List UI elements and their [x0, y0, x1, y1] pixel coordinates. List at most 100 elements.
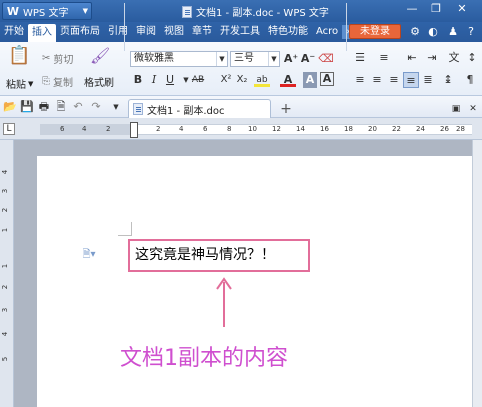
app-menu-button[interactable]: W WPS 文字 ▼: [2, 2, 92, 20]
ruler-number: 24: [416, 125, 425, 133]
chevron-down-icon: ▼: [82, 7, 88, 15]
tab-stop-selector[interactable]: L: [3, 123, 15, 135]
copy-button[interactable]: ⎘ 复制: [42, 74, 73, 89]
char-border-icon[interactable]: A: [320, 72, 334, 86]
ruler-number: 4: [1, 169, 10, 175]
scissors-icon: ✂: [42, 53, 51, 64]
open-icon[interactable]: 📂: [2, 99, 18, 115]
document-icon: [133, 103, 143, 115]
format-painter-button[interactable]: 格式刷: [84, 74, 114, 89]
menu-item-developer[interactable]: 开发工具: [216, 22, 264, 42]
ruler-number: 14: [296, 125, 305, 133]
ruler-number: 10: [248, 125, 257, 133]
help-icon[interactable]: ?: [464, 25, 478, 38]
ruler-number: 4: [1, 331, 10, 337]
format-painter-label: 格式刷: [84, 78, 114, 89]
sort-icon[interactable]: ↕: [464, 50, 480, 66]
document-icon: [182, 5, 192, 18]
tab-list-icon[interactable]: ▣: [448, 101, 464, 117]
arrow-up-icon: [216, 277, 232, 327]
chevron-down-icon: ▼: [28, 79, 34, 88]
menu-item-insert[interactable]: 插入: [28, 24, 56, 42]
italic-icon[interactable]: I: [146, 72, 162, 88]
align-left-icon[interactable]: ≡: [352, 72, 368, 88]
paste-icon[interactable]: 📋: [8, 47, 30, 70]
undo-icon[interactable]: ↶: [70, 99, 86, 115]
ruler-number: 8: [227, 125, 232, 133]
menu-item-references[interactable]: 引用: [104, 22, 132, 42]
skin-icon[interactable]: ◐: [426, 25, 440, 38]
align-center-icon[interactable]: ≡: [369, 72, 385, 88]
font-name-select[interactable]: 微软雅黑 ▼: [130, 51, 228, 67]
superscript-icon[interactable]: X²: [218, 72, 234, 88]
ruler-number: 22: [392, 125, 401, 133]
document-text[interactable]: 这究竟是神马情况？！: [128, 239, 310, 272]
distribute-icon[interactable]: ≣: [420, 72, 436, 88]
print-preview-icon[interactable]: 🗎: [53, 99, 69, 115]
justify-icon[interactable]: ≡: [403, 72, 419, 88]
redo-icon[interactable]: ↷: [88, 99, 104, 115]
font-size-select[interactable]: 三号 ▼: [230, 51, 280, 67]
brush-icon[interactable]: 🖌: [90, 48, 110, 64]
menu-item-start[interactable]: 开始: [0, 22, 28, 42]
menu-item-view[interactable]: 视图: [160, 22, 188, 42]
login-button[interactable]: 未登录: [349, 24, 401, 39]
shrink-font-icon[interactable]: A⁻: [300, 51, 316, 67]
tab-document-label: 文档1 - 副本.doc: [147, 105, 225, 117]
menu-item-section[interactable]: 章节: [188, 22, 216, 42]
menu-item-review[interactable]: 审阅: [132, 22, 160, 42]
ruler-number: 4: [179, 125, 184, 133]
shirt-icon[interactable]: ♟: [446, 25, 460, 38]
indent-marker[interactable]: [130, 122, 138, 138]
close-tab-icon[interactable]: ✕: [465, 101, 481, 117]
settings-icon[interactable]: ⚙: [408, 25, 422, 38]
ruler-number: 4: [82, 125, 87, 133]
tab-document[interactable]: 文档1 - 副本.doc: [128, 99, 271, 118]
paragraph-mark-icon[interactable]: ¶: [462, 72, 478, 88]
decrease-indent-icon[interactable]: ⇤: [404, 50, 420, 66]
clear-format-icon[interactable]: ⌫: [318, 51, 334, 67]
bold-icon[interactable]: B: [130, 72, 146, 88]
minimize-button[interactable]: —: [404, 2, 420, 15]
ruler-number: 6: [203, 125, 208, 133]
cut-button[interactable]: ✂ 剪切: [42, 51, 73, 66]
paste-button[interactable]: 粘贴 ▼: [6, 76, 34, 92]
ruler-number: 20: [368, 125, 377, 133]
chevron-down-icon[interactable]: ▼: [108, 99, 124, 115]
window-title: 文档1 - 副本.doc - WPS 文字: [182, 4, 329, 19]
menu-item-acrobat[interactable]: Acro: [312, 22, 342, 42]
increase-indent-icon[interactable]: ⇥: [424, 50, 440, 66]
ruler-number: 2: [156, 125, 161, 133]
underline-icon[interactable]: U: [162, 72, 178, 88]
bullets-icon[interactable]: ☰: [352, 50, 368, 66]
ruler-number: 28: [456, 125, 465, 133]
grow-font-icon[interactable]: A⁺: [283, 51, 299, 67]
highlight-icon[interactable]: ab: [254, 72, 270, 87]
subscript-icon[interactable]: X₂: [234, 72, 250, 88]
chinese-layout-icon[interactable]: 文: [446, 50, 462, 66]
ruler-number: 1: [1, 263, 10, 269]
line-spacing-icon[interactable]: ↨: [440, 72, 456, 88]
char-shading-icon[interactable]: A: [303, 72, 317, 88]
align-right-icon[interactable]: ≡: [386, 72, 402, 88]
window-title-text: 文档1 - 副本.doc - WPS 文字: [196, 8, 329, 19]
vertical-scrollbar[interactable]: [472, 140, 482, 407]
save-icon[interactable]: 💾: [19, 99, 35, 115]
ruler-number: 12: [272, 125, 281, 133]
strikethrough-icon[interactable]: AB: [190, 72, 206, 88]
ruler-number: 3: [1, 307, 10, 313]
maximize-button[interactable]: ❐: [428, 2, 444, 15]
ruler-left-margin: [40, 124, 133, 135]
numbering-icon[interactable]: ≡: [376, 50, 392, 66]
ruler-number: 1: [1, 227, 10, 233]
ruler-number: 6: [60, 125, 65, 133]
paragraph-handle-icon[interactable]: 🗎▾: [78, 247, 100, 263]
wps-logo-icon: W: [6, 4, 20, 18]
font-color-icon[interactable]: A: [280, 72, 296, 87]
menu-item-features[interactable]: 特色功能: [264, 22, 312, 42]
new-tab-button[interactable]: +: [278, 101, 294, 117]
print-icon[interactable]: 🖶: [36, 99, 52, 115]
close-button[interactable]: ✕: [454, 2, 470, 15]
menu-item-page-layout[interactable]: 页面布局: [56, 22, 104, 42]
ruler-number: 26: [440, 125, 449, 133]
